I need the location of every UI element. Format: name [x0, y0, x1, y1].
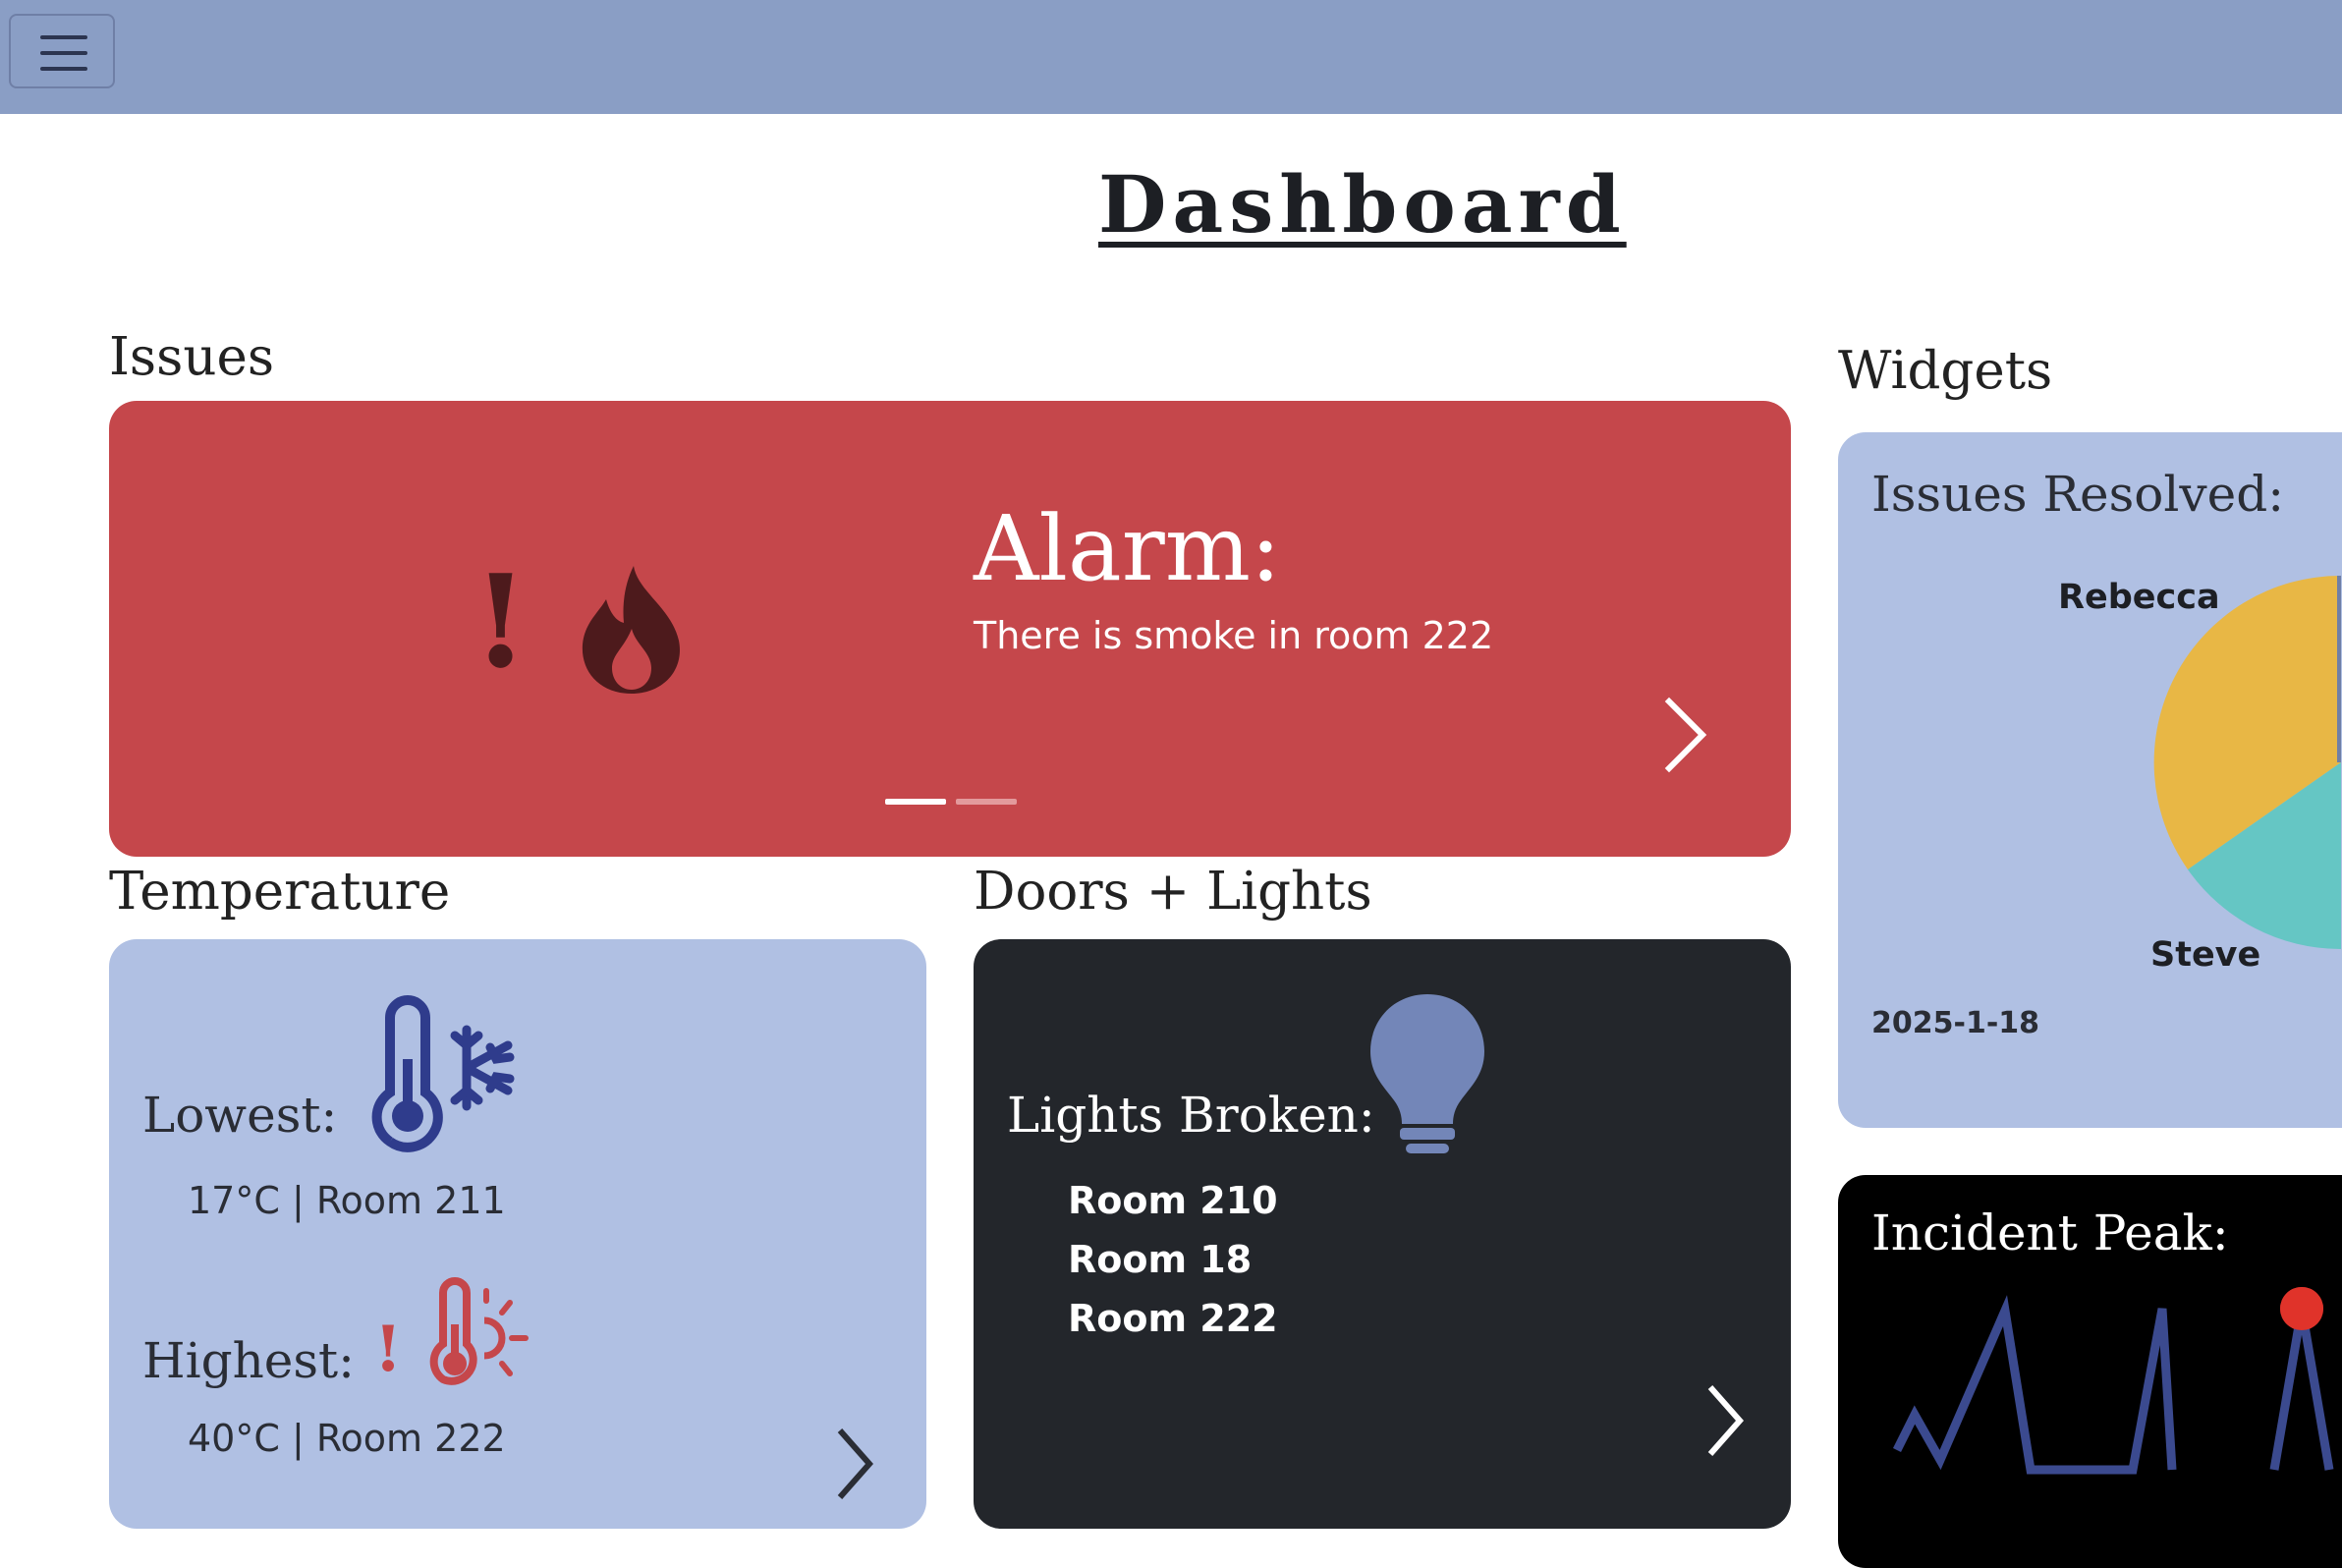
- issues-heading: Issues: [109, 327, 275, 387]
- broken-light-room: Room 210: [1068, 1179, 1278, 1222]
- thermometer-sun-icon: [429, 1277, 529, 1385]
- highest-temperature-value: 40°C | Room 222: [188, 1417, 506, 1460]
- carousel-indicator[interactable]: [956, 799, 1017, 805]
- incident-line-series: [1892, 1295, 2177, 1475]
- doors-lights-card: Lights Broken: Room 210 Room 18 Room 222: [974, 939, 1791, 1529]
- broken-light-room: Room 18: [1068, 1238, 1253, 1281]
- hamburger-line: [40, 67, 87, 71]
- carousel-indicator-active[interactable]: [885, 799, 946, 805]
- lowest-label: Lowest:: [142, 1087, 338, 1144]
- thermometer-snowflake-icon: [371, 995, 515, 1152]
- alarm-exclamation: !: [473, 546, 530, 697]
- legend-label-steve: Steve: [2150, 935, 2261, 975]
- hamburger-menu-button[interactable]: [9, 14, 115, 88]
- issues-carousel: ! Alarm: There is smoke in room 222: [109, 401, 1791, 857]
- hamburger-line: [40, 35, 87, 39]
- incident-peak-line-chart: [1892, 1287, 2334, 1475]
- lights-broken-label: Lights Broken:: [1007, 1087, 1375, 1144]
- highest-exclamation: !: [374, 1313, 403, 1386]
- alarm-message: There is smoke in room 222: [974, 614, 1494, 657]
- top-navbar: [0, 0, 2342, 114]
- incident-peak-widget: Incident Peak:: [1838, 1175, 2342, 1568]
- fire-icon: [582, 566, 680, 694]
- incident-line-series: [2269, 1308, 2334, 1471]
- temperature-card: Lowest: 17°C | Room 211 Highest: ! 40°C …: [109, 939, 926, 1529]
- temperature-heading: Temperature: [109, 862, 451, 922]
- doors-lights-heading: Doors + Lights: [974, 862, 1372, 922]
- carousel-next-arrow-icon[interactable]: [1642, 696, 1730, 774]
- legend-label-rebecca: Rebecca: [2058, 578, 2220, 617]
- highest-label: Highest:: [142, 1332, 355, 1389]
- lightbulb-icon: [1370, 994, 1484, 1153]
- lowest-temperature-value: 17°C | Room 211: [188, 1179, 506, 1222]
- next-arrow-icon[interactable]: [826, 1427, 885, 1505]
- hamburger-line: [40, 51, 87, 55]
- chart-date: 2025-1-18: [1871, 1006, 2040, 1040]
- issues-resolved-widget: Issues Resolved: Rebecca Steve 2025-1-18: [1838, 432, 2342, 1128]
- widgets-heading: Widgets: [1838, 341, 2053, 401]
- next-arrow-icon[interactable]: [1699, 1383, 1757, 1462]
- alarm-title: Alarm:: [974, 496, 1281, 601]
- broken-light-room: Room 222: [1068, 1297, 1278, 1340]
- page-title: Dashboard: [1098, 158, 1627, 251]
- peak-marker: [2280, 1287, 2323, 1330]
